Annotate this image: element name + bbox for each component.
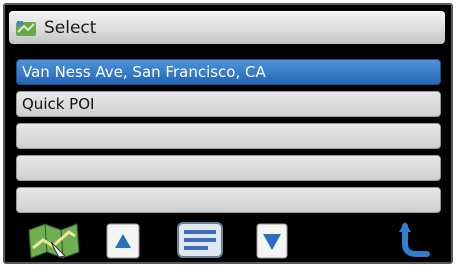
list-item-label: Quick POI — [22, 95, 95, 113]
list-item[interactable]: Quick POI — [16, 91, 441, 117]
result-list: Van Ness Ave, San Francisco, CA Quick PO… — [16, 59, 441, 219]
title-bar: Select — [9, 11, 445, 44]
map-icon — [16, 20, 36, 36]
bottom-toolbar — [5, 218, 451, 262]
list-item-label: Van Ness Ave, San Francisco, CA — [22, 63, 266, 81]
list-item[interactable]: Van Ness Ave, San Francisco, CA — [16, 59, 441, 85]
scroll-up-button[interactable] — [105, 222, 141, 260]
map-button[interactable] — [25, 220, 83, 260]
list-item[interactable] — [16, 123, 441, 149]
list-item[interactable] — [16, 155, 441, 181]
scroll-down-button[interactable] — [255, 222, 289, 260]
page-title: Select — [44, 17, 97, 38]
navigation-screen: Select Van Ness Ave, San Francisco, CA Q… — [3, 3, 453, 264]
list-item[interactable] — [16, 187, 441, 213]
back-button[interactable] — [397, 220, 433, 260]
list-details-button[interactable] — [175, 220, 225, 260]
